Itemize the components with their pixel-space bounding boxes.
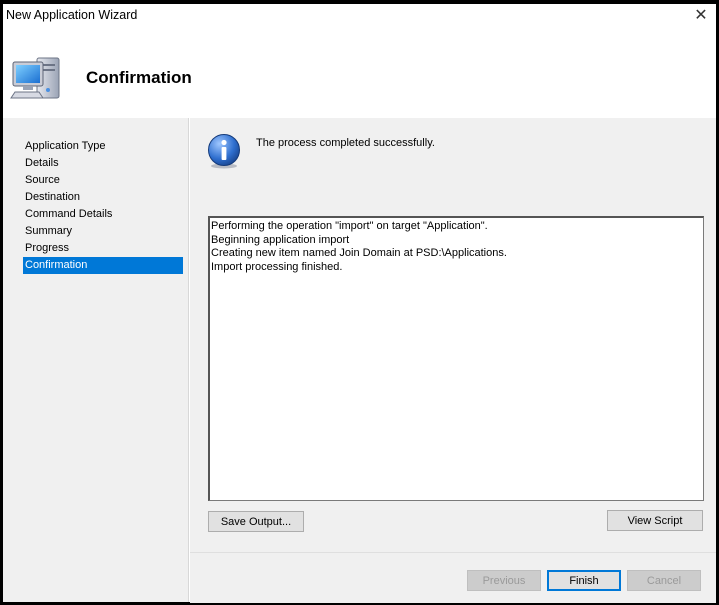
- finish-button[interactable]: Finish: [547, 570, 621, 591]
- step-progress[interactable]: Progress: [23, 240, 183, 257]
- wizard-footer: Previous Finish Cancel: [190, 552, 716, 603]
- wizard-window: New Application Wizard ✕ Confirmation Ap…: [3, 4, 716, 603]
- close-icon[interactable]: ✕: [692, 7, 710, 25]
- step-application-type[interactable]: Application Type: [23, 138, 183, 155]
- title-bar: New Application Wizard ✕: [3, 4, 716, 28]
- output-line: Creating new item named Join Domain at P…: [211, 247, 507, 259]
- output-line: Beginning application import: [211, 233, 350, 246]
- info-icon: [208, 134, 240, 169]
- cancel-button[interactable]: Cancel: [627, 570, 701, 591]
- wizard-steps-sidebar: Application Type Details Source Destinat…: [3, 118, 189, 602]
- step-summary[interactable]: Summary: [23, 223, 183, 240]
- view-script-button[interactable]: View Script: [607, 510, 703, 531]
- page-title: Confirmation: [86, 68, 192, 87]
- output-line: Import processing finished.: [211, 260, 343, 273]
- window-title: New Application Wizard: [6, 8, 138, 22]
- status-message: The process completed successfully.: [256, 137, 435, 149]
- previous-button[interactable]: Previous: [467, 570, 541, 591]
- output-line: Performing the operation "import" on tar…: [211, 220, 488, 232]
- output-textbox[interactable]: Performing the operation "import" on tar…: [208, 216, 704, 501]
- step-destination[interactable]: Destination: [23, 189, 183, 206]
- step-command-details[interactable]: Command Details: [23, 206, 183, 223]
- computer-icon: [10, 57, 60, 99]
- save-output-button[interactable]: Save Output...: [208, 511, 304, 532]
- wizard-header: Confirmation: [3, 28, 716, 118]
- step-list: Application Type Details Source Destinat…: [23, 138, 183, 274]
- content-panel: The process completed successfully. Perf…: [190, 118, 716, 552]
- step-source[interactable]: Source: [23, 172, 183, 189]
- step-confirmation[interactable]: Confirmation: [23, 257, 183, 274]
- step-details[interactable]: Details: [23, 155, 183, 172]
